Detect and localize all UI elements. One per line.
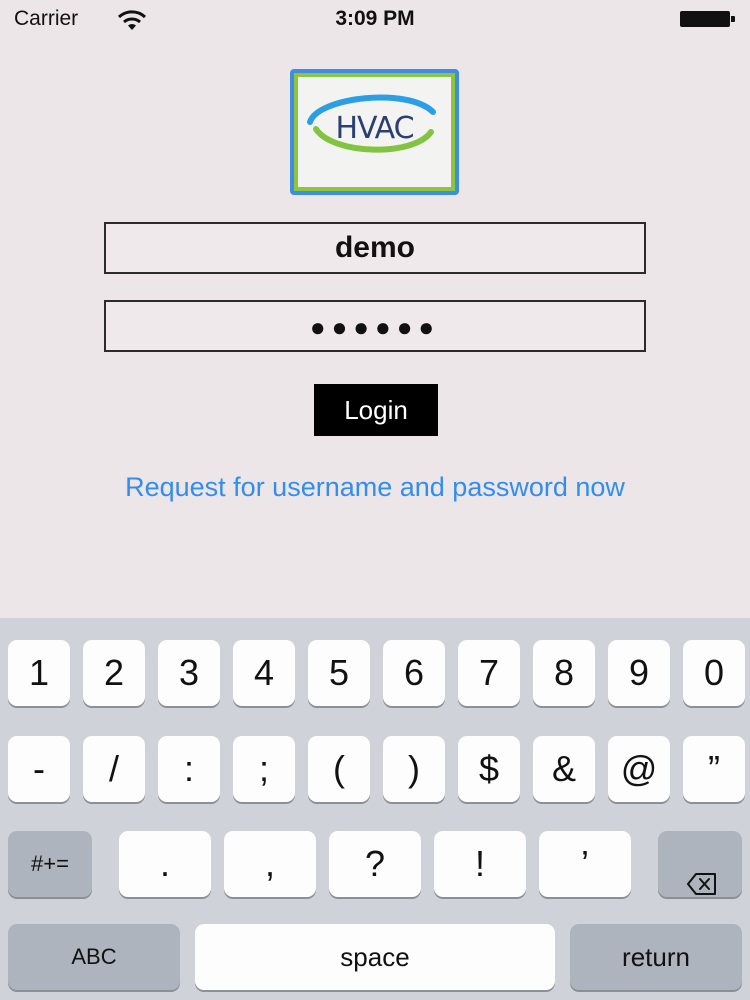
battery-icon (680, 11, 736, 27)
key-8[interactable]: 8 (533, 640, 595, 706)
key-semicolon[interactable]: ; (233, 736, 295, 802)
key-hyphen[interactable]: - (8, 736, 70, 802)
key-dollar[interactable]: $ (458, 736, 520, 802)
abc-key[interactable]: ABC (8, 924, 180, 990)
key-0[interactable]: 0 (683, 640, 745, 706)
key-6[interactable]: 6 (383, 640, 445, 706)
key-at[interactable]: @ (608, 736, 670, 802)
key-9[interactable]: 9 (608, 640, 670, 706)
status-bar: Carrier 3:09 PM (0, 0, 750, 38)
request-credentials-link[interactable]: Request for username and password now (0, 472, 750, 503)
key-close-paren[interactable]: ) (383, 736, 445, 802)
key-3[interactable]: 3 (158, 640, 220, 706)
password-field[interactable]: ●●●●●● (104, 300, 646, 352)
keyboard: 1 2 3 4 5 6 7 8 9 0 - / : ; ( ) $ & @ ” … (0, 618, 750, 1000)
key-2[interactable]: 2 (83, 640, 145, 706)
clock: 3:09 PM (335, 7, 415, 30)
delete-key[interactable] (658, 831, 742, 897)
key-apostrophe[interactable]: ’ (539, 831, 631, 897)
key-colon[interactable]: : (158, 736, 220, 802)
return-key[interactable]: return (570, 924, 742, 990)
symbols-mode-key[interactable]: #+= (8, 831, 92, 897)
key-5[interactable]: 5 (308, 640, 370, 706)
key-open-paren[interactable]: ( (308, 736, 370, 802)
login-button[interactable]: Login (314, 384, 438, 436)
key-exclamation[interactable]: ! (434, 831, 526, 897)
app-logo: HVAC (290, 69, 459, 195)
username-field[interactable]: demo (104, 222, 646, 274)
key-period[interactable]: . (119, 831, 211, 897)
key-quote[interactable]: ” (683, 736, 745, 802)
key-comma[interactable]: , (224, 831, 316, 897)
key-1[interactable]: 1 (8, 640, 70, 706)
key-ampersand[interactable]: & (533, 736, 595, 802)
logo-text: HVAC (335, 111, 414, 146)
space-key[interactable]: space (195, 924, 555, 990)
key-4[interactable]: 4 (233, 640, 295, 706)
key-7[interactable]: 7 (458, 640, 520, 706)
delete-icon (687, 851, 717, 917)
key-slash[interactable]: / (83, 736, 145, 802)
key-question[interactable]: ? (329, 831, 421, 897)
